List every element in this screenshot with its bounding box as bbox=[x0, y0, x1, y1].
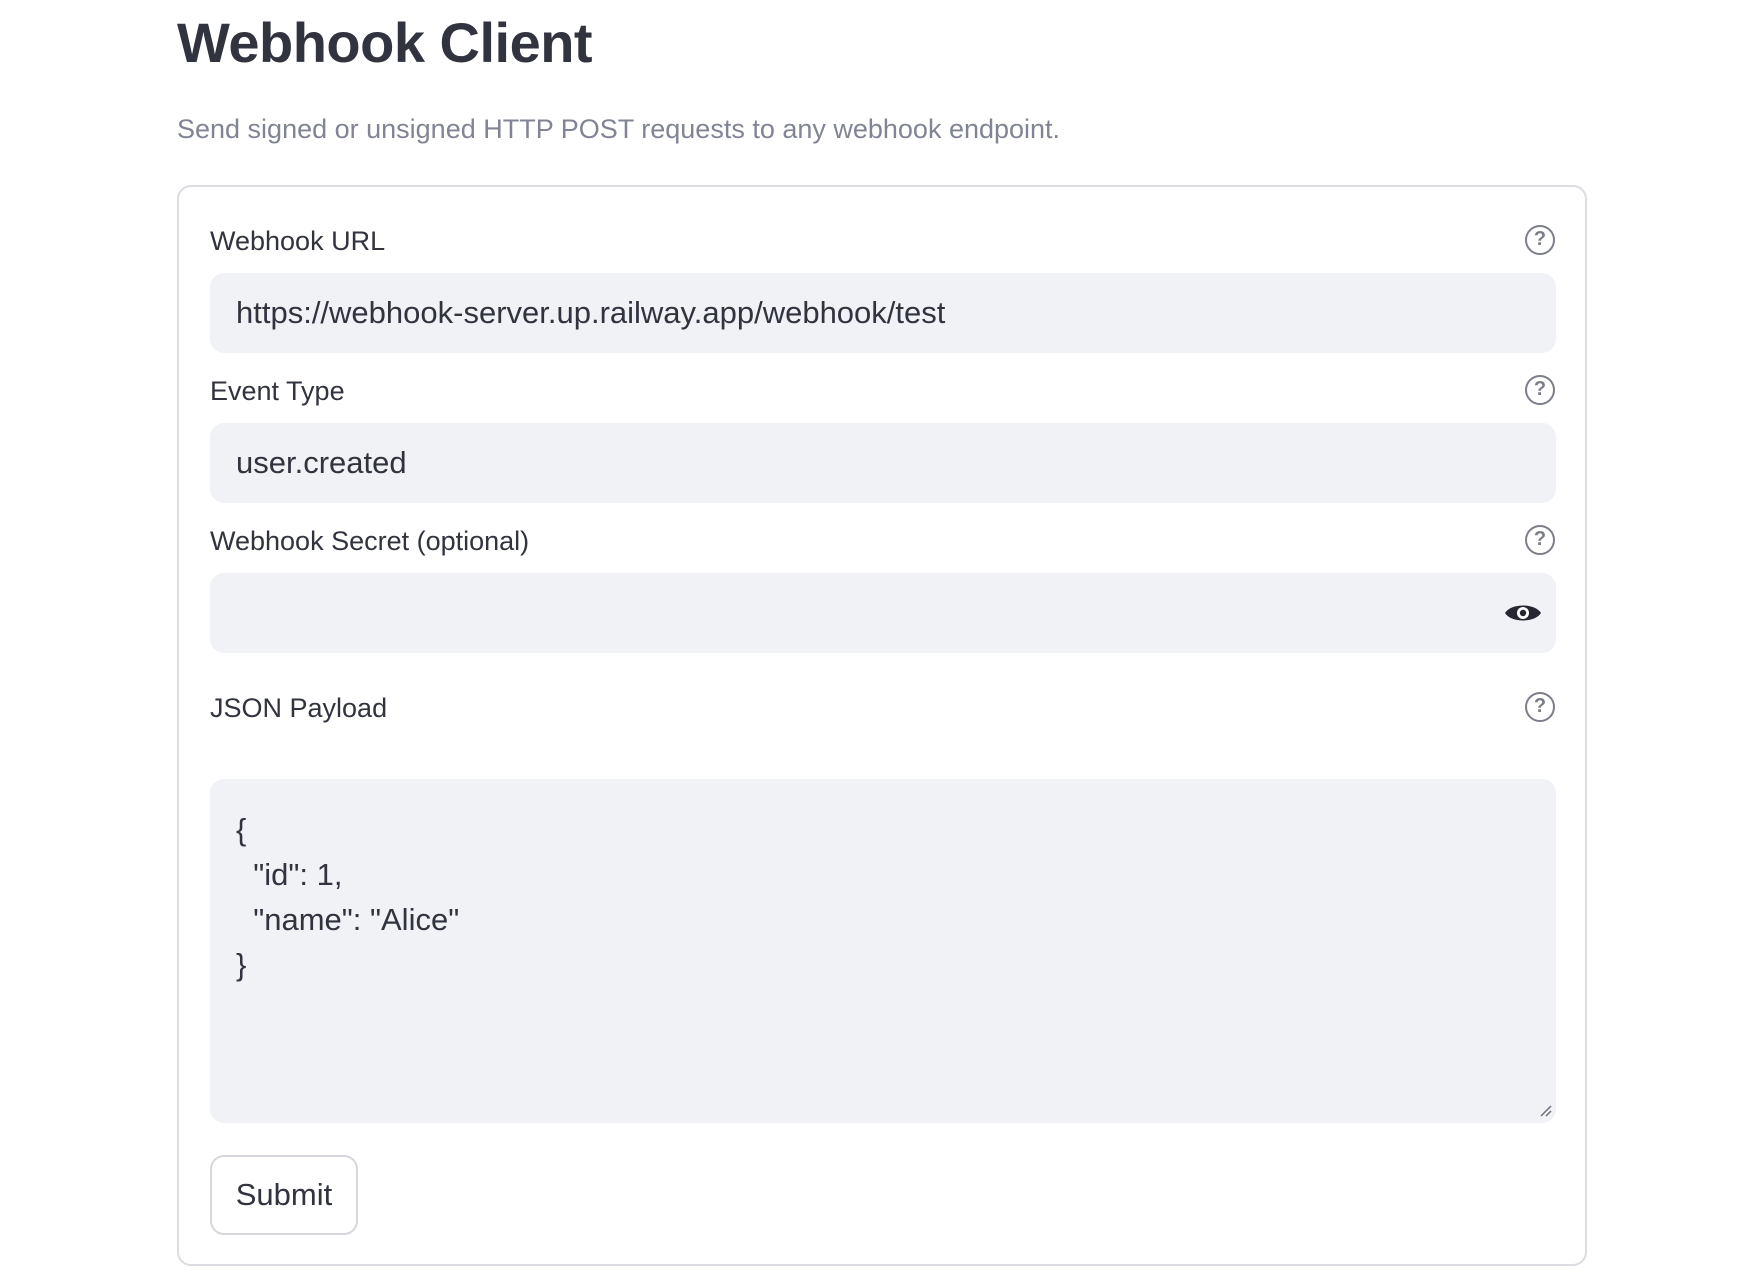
webhook-secret-input[interactable] bbox=[210, 573, 1556, 653]
event-type-input[interactable] bbox=[210, 423, 1556, 503]
json-payload-label: JSON Payload bbox=[210, 693, 388, 723]
event-type-help-icon[interactable]: ? bbox=[1525, 375, 1555, 405]
webhook-url-input[interactable] bbox=[210, 273, 1556, 353]
webhook-secret-help-icon[interactable]: ? bbox=[1525, 525, 1555, 555]
webhook-form: Webhook URL ? Event Type ? Webhook Secre… bbox=[177, 185, 1587, 1266]
event-type-label: Event Type bbox=[210, 376, 345, 406]
page-title: Webhook Client bbox=[177, 11, 593, 74]
json-payload-help-icon[interactable]: ? bbox=[1525, 692, 1555, 722]
page-subtitle: Send signed or unsigned HTTP POST reques… bbox=[177, 114, 1061, 144]
eye-icon[interactable] bbox=[1503, 600, 1543, 626]
webhook-url-label: Webhook URL bbox=[210, 226, 386, 256]
json-payload-textarea[interactable]: { "id": 1, "name": "Alice" } bbox=[210, 779, 1556, 1123]
webhook-secret-label: Webhook Secret (optional) bbox=[210, 526, 530, 556]
webhook-url-help-icon[interactable]: ? bbox=[1525, 225, 1555, 255]
textarea-resize-handle-icon[interactable] bbox=[1538, 1103, 1552, 1117]
submit-button[interactable]: Submit bbox=[210, 1155, 358, 1235]
